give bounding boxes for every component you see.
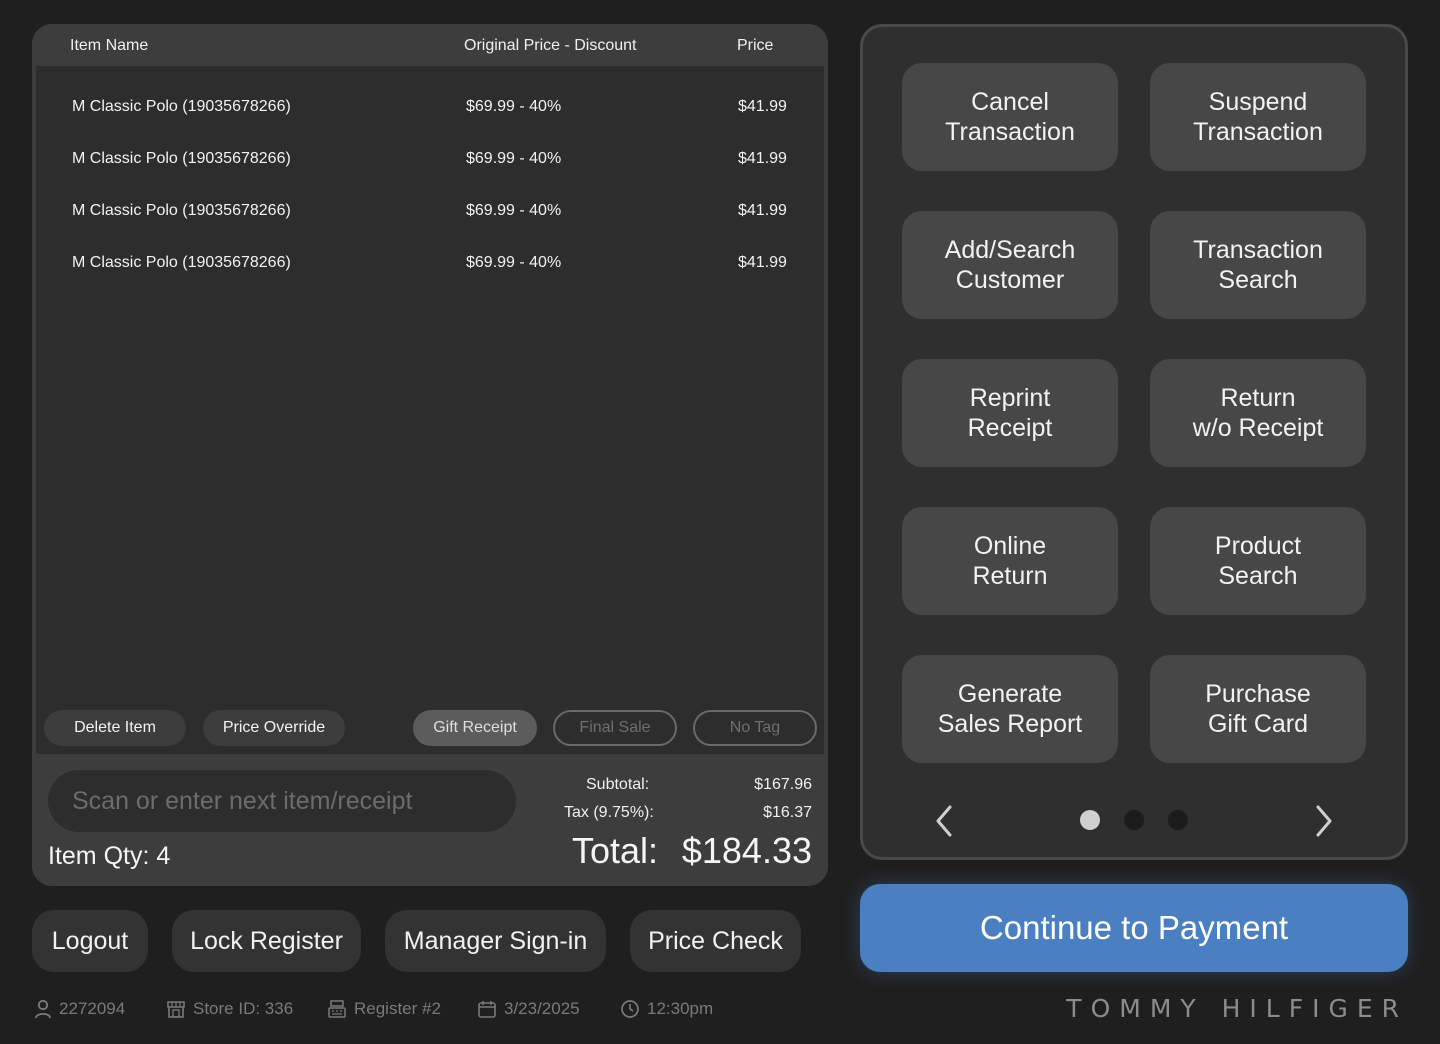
final-sale-toggle[interactable]: Final Sale <box>553 710 677 746</box>
subtotal-label: Subtotal: <box>586 776 650 793</box>
manager-sign-in-button[interactable]: Manager Sign-in <box>385 910 606 972</box>
user-id: 2272094 <box>59 999 126 1018</box>
table-row[interactable]: M Classic Polo (19035678266) $69.99 - 40… <box>36 92 824 122</box>
table-row[interactable]: M Classic Polo (19035678266) $69.99 - 40… <box>36 144 824 174</box>
current-date: 3/23/2025 <box>504 999 580 1018</box>
lock-register-button[interactable]: Lock Register <box>172 910 361 972</box>
store-id: Store ID: 336 <box>193 999 294 1018</box>
no-tag-toggle[interactable]: No Tag <box>693 710 817 746</box>
purchase-gift-card-button[interactable]: Purchase Gift Card <box>1150 655 1366 763</box>
user-icon <box>35 999 51 1019</box>
page-dot-1[interactable] <box>1080 810 1100 830</box>
store-icon <box>167 1001 185 1018</box>
header-original-price: Original Price - Discount <box>464 37 637 54</box>
item-price: $41.99 <box>738 98 787 115</box>
price-override-button[interactable]: Price Override <box>203 710 345 746</box>
item-name: M Classic Polo (19035678266) <box>72 150 291 167</box>
clock-icon <box>621 1000 639 1018</box>
tax-label: Tax (9.75%): <box>564 804 654 821</box>
item-name: M Classic Polo (19035678266) <box>72 202 291 219</box>
chevron-left-icon <box>936 805 952 837</box>
header-item-name: Item Name <box>70 37 149 54</box>
page-dot-3[interactable] <box>1168 810 1188 830</box>
quick-actions-panel: Cancel Transaction Suspend Transaction A… <box>860 24 1408 860</box>
continue-to-payment-button[interactable]: Continue to Payment <box>860 884 1408 972</box>
register-number: Register #2 <box>354 999 441 1018</box>
time-status: 12:30pm <box>620 996 713 1022</box>
item-original-price: $69.99 - 40% <box>466 150 562 167</box>
return-without-receipt-button[interactable]: Return w/o Receipt <box>1150 359 1366 467</box>
generate-sales-report-button[interactable]: Generate Sales Report <box>902 655 1118 763</box>
item-price: $41.99 <box>738 254 787 271</box>
item-price: $41.99 <box>738 150 787 167</box>
header-price: Price <box>737 37 774 54</box>
total-label: Total: <box>572 830 659 871</box>
price-check-button[interactable]: Price Check <box>630 910 801 972</box>
cancel-transaction-button[interactable]: Cancel Transaction <box>902 63 1118 171</box>
next-page-button[interactable] <box>1309 803 1339 839</box>
item-name: M Classic Polo (19035678266) <box>72 254 291 271</box>
item-original-price: $69.99 - 40% <box>466 202 562 219</box>
transaction-search-button[interactable]: Transaction Search <box>1150 211 1366 319</box>
cart-summary: Item Qty: 4 Subtotal: $167.96 Tax (9.75%… <box>32 754 828 886</box>
gift-receipt-toggle[interactable]: Gift Receipt <box>413 710 537 746</box>
logout-button[interactable]: Logout <box>32 910 148 972</box>
scan-input[interactable] <box>48 770 516 832</box>
subtotal-value: $167.96 <box>754 776 812 793</box>
previous-page-button[interactable] <box>929 803 959 839</box>
date-status: 3/23/2025 <box>477 996 580 1022</box>
item-original-price: $69.99 - 40% <box>466 254 562 271</box>
table-header: Item Name Original Price - Discount Pric… <box>32 24 828 66</box>
item-price: $41.99 <box>738 202 787 219</box>
brand-logo: TOMMY HILFIGER <box>1066 994 1408 1023</box>
page-dot-2[interactable] <box>1124 810 1144 830</box>
total-value: $184.33 <box>681 830 812 871</box>
suspend-transaction-button[interactable]: Suspend Transaction <box>1150 63 1366 171</box>
item-quantity: Item Qty: 4 <box>48 842 171 870</box>
cart-panel: Item Name Original Price - Discount Pric… <box>32 24 828 886</box>
product-search-button[interactable]: Product Search <box>1150 507 1366 615</box>
register-status: Register #2 <box>327 996 441 1022</box>
item-original-price: $69.99 - 40% <box>466 98 562 115</box>
reprint-receipt-button[interactable]: Reprint Receipt <box>902 359 1118 467</box>
add-search-customer-button[interactable]: Add/Search Customer <box>902 211 1118 319</box>
delete-item-button[interactable]: Delete Item <box>44 710 186 746</box>
item-name: M Classic Polo (19035678266) <box>72 98 291 115</box>
online-return-button[interactable]: Online Return <box>902 507 1118 615</box>
chevron-right-icon <box>1316 805 1332 837</box>
current-time: 12:30pm <box>647 999 714 1018</box>
register-icon <box>328 1000 346 1018</box>
tax-value: $16.37 <box>763 804 812 821</box>
calendar-icon <box>478 1001 496 1018</box>
cart-table: M Classic Polo (19035678266) $69.99 - 40… <box>36 66 824 754</box>
table-row[interactable]: M Classic Polo (19035678266) $69.99 - 40… <box>36 248 824 278</box>
store-status: Store ID: 336 <box>166 996 293 1022</box>
table-row[interactable]: M Classic Polo (19035678266) $69.99 - 40… <box>36 196 824 226</box>
user-status: 2272094 <box>34 996 125 1022</box>
